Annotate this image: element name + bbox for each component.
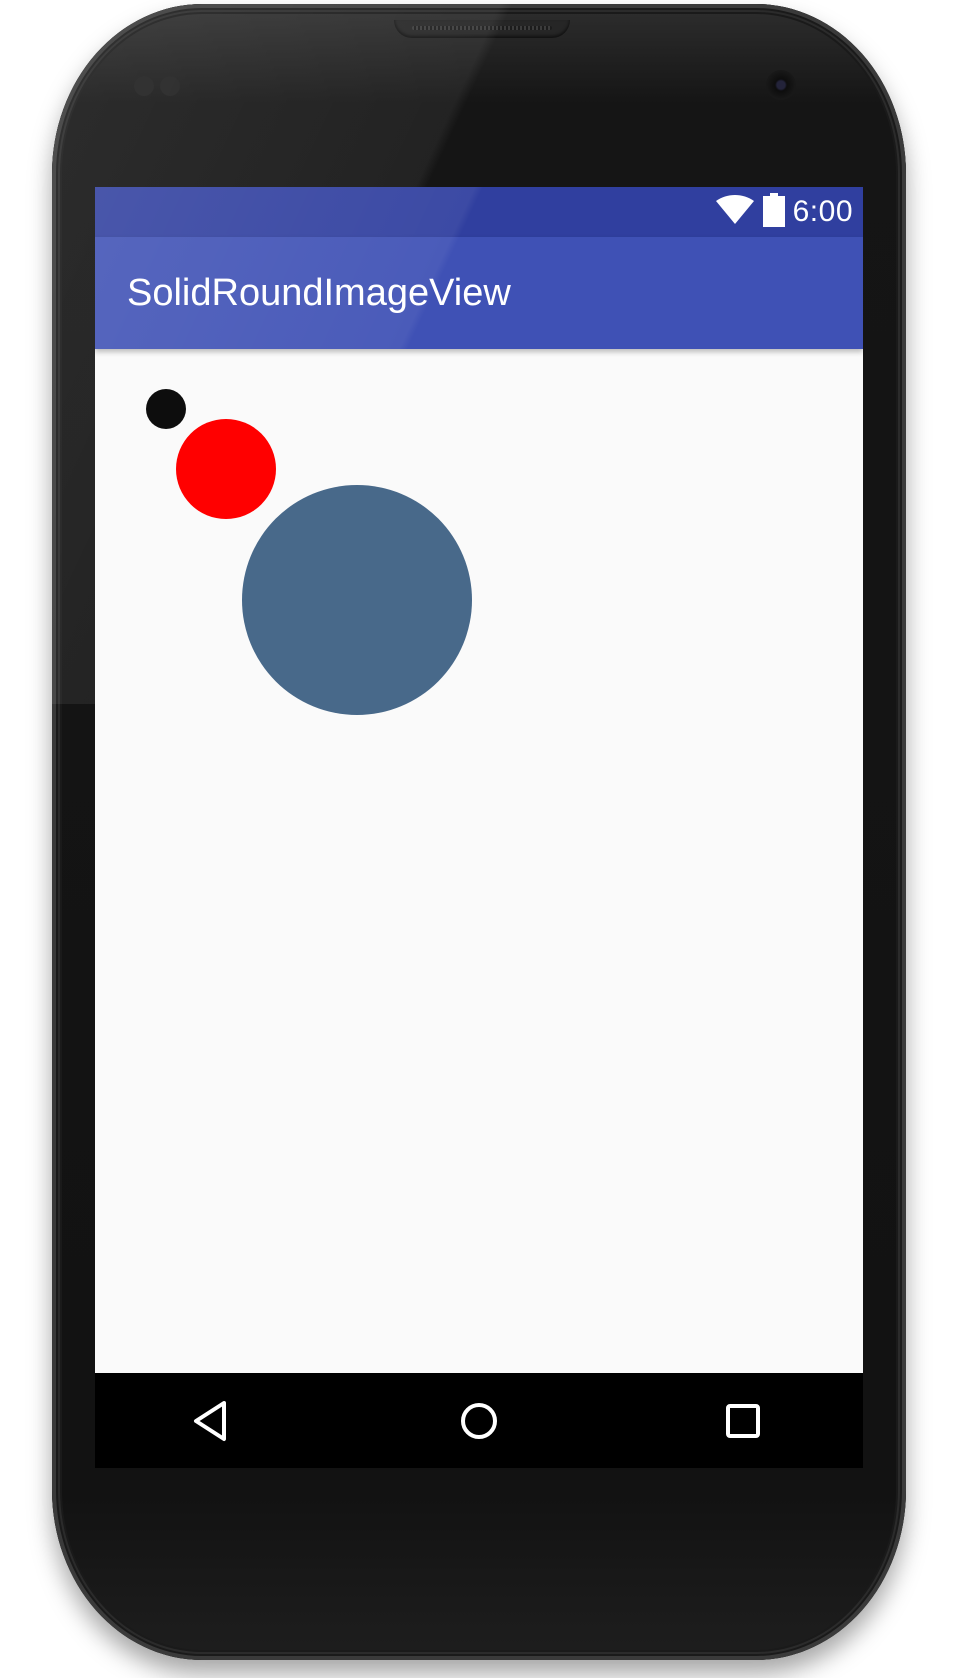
content-area — [95, 349, 863, 1358]
status-bar: 6:00 — [95, 187, 863, 237]
back-icon — [194, 1400, 226, 1441]
nav-home-button[interactable] — [419, 1373, 539, 1468]
wifi-icon — [715, 194, 755, 230]
device-frame-stage: 6:00 SolidRoundImageView — [0, 0, 958, 1678]
front-camera — [766, 70, 796, 100]
round-image-large — [242, 485, 472, 715]
app-toolbar: SolidRoundImageView — [95, 237, 863, 349]
nav-recents-button[interactable] — [683, 1373, 803, 1468]
app-title: SolidRoundImageView — [127, 272, 511, 314]
home-icon — [461, 1402, 497, 1439]
earpiece-speaker — [394, 20, 570, 38]
navigation-bar — [95, 1373, 863, 1468]
proximity-sensor — [134, 76, 154, 96]
light-sensor — [160, 76, 180, 96]
status-time: 6:00 — [792, 195, 853, 228]
nav-back-button[interactable] — [150, 1373, 270, 1468]
recents-icon — [726, 1403, 760, 1438]
round-image-small — [146, 389, 186, 429]
device-screen: 6:00 SolidRoundImageView — [95, 187, 863, 1468]
battery-icon — [762, 192, 785, 232]
round-image-medium — [176, 419, 276, 519]
